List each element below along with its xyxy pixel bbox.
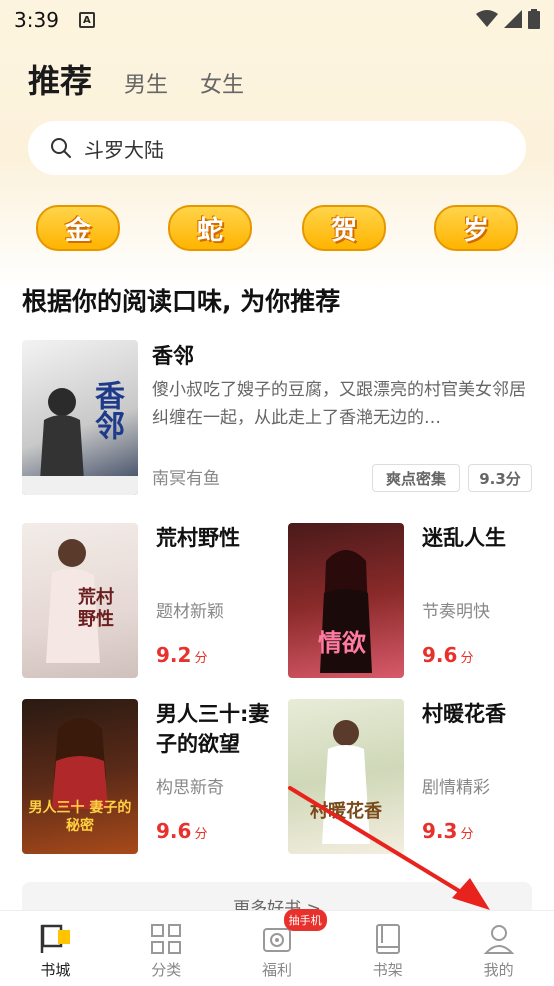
search-placeholder: 斗罗大陆 (84, 137, 164, 162)
book-tag: 节奏明快 (422, 602, 490, 622)
book-author: 南冥有鱼 (152, 469, 220, 489)
festive-badge: 金 (36, 205, 120, 251)
book-cover: 荒村野性 (22, 523, 138, 678)
nav-welfare[interactable]: 抽手机 福利 (222, 909, 333, 986)
search-icon (51, 138, 71, 158)
book-score: 9.3 分 (422, 819, 473, 843)
book-cover: 香邻 (22, 340, 138, 495)
book-cover: 男人三十 妻子的秘密 (22, 699, 138, 854)
book-title: 香邻 (152, 344, 194, 368)
book-title: 村暖花香 (422, 702, 506, 726)
nav-label: 分类 (151, 961, 182, 979)
search-input[interactable]: 斗罗大陆 (28, 121, 526, 175)
battery-icon (528, 9, 540, 29)
festive-badge: 岁 (434, 205, 518, 251)
nav-label: 书架 (372, 961, 403, 979)
tab-male[interactable]: 男生 (124, 67, 168, 99)
cover-title: 村暖花香 (310, 801, 382, 822)
book-score: 9.6 分 (422, 643, 473, 667)
signal-icon (504, 10, 522, 28)
festive-char: 岁 (462, 215, 489, 246)
book-cover: 村暖花香 (288, 699, 404, 854)
score-value: 9.3 (422, 819, 458, 843)
status-time: 3:39 (14, 8, 59, 32)
book-tag: 构思新奇 (156, 778, 224, 798)
cover-art (322, 720, 370, 844)
bookshelf-icon (375, 924, 400, 954)
book-card[interactable]: 男人三十 妻子的秘密 男人三十:妻子的欲望 构思新奇 9.6 分 (22, 699, 272, 855)
nav-label: 我的 (483, 961, 514, 979)
bottom-navigation: 书城 分类 抽手机 福利 书架 我的 (0, 909, 554, 986)
score-value: 9.6 (156, 819, 192, 843)
welfare-badge: 抽手机 (283, 909, 327, 931)
book-description: 傻小叔吃了嫂子的豆腐，又跟漂亮的村官美女邻居纠缠在一起，从此走上了香滟无边的… (152, 380, 526, 428)
book-tag: 题材新颖 (156, 602, 224, 622)
book-tag: 剧情精彩 (422, 778, 490, 798)
book-cover: 情欲 (288, 523, 404, 678)
book-title: 男人三十:妻子的欲望 (156, 702, 270, 756)
nav-category[interactable]: 分类 (111, 911, 222, 986)
festive-badge: 蛇 (168, 205, 252, 251)
book-card[interactable]: 村暖花香 村暖花香 剧情精彩 9.3 分 (288, 699, 538, 855)
flag-icon (41, 924, 71, 953)
wifi-icon (476, 10, 498, 27)
score-value: 9.6 (422, 643, 458, 667)
featured-book-card[interactable]: 香邻 香邻 傻小叔吃了嫂子的豆腐，又跟漂亮的村官美女邻居纠缠在一起，从此走上了香… (22, 340, 532, 496)
festive-char: 金 (64, 215, 91, 246)
nav-bookshelf[interactable]: 书架 (332, 911, 443, 986)
book-title: 荒村野性 (156, 526, 240, 550)
score-unit: 分 (194, 827, 208, 842)
nav-profile[interactable]: 我的 (443, 911, 554, 986)
festive-char: 蛇 (196, 215, 223, 246)
book-tag: 爽点密集 (372, 464, 460, 492)
category-tabs: 推荐 男生 女生 (28, 56, 244, 102)
section-title: 根据你的阅读口味, 为你推荐 (22, 287, 341, 316)
cover-title: 男人三十 妻子的秘密 (28, 800, 132, 834)
grid-icon (151, 924, 182, 954)
cover-title: 荒村野性 (78, 587, 114, 630)
cover-title: 香邻 (89, 380, 124, 440)
score-value: 9.2 (156, 643, 192, 667)
user-icon (483, 925, 514, 954)
score-unit: 分 (460, 651, 474, 666)
nav-label: 书城 (40, 961, 71, 979)
notification-icon: A (78, 12, 95, 28)
festive-badge: 贺 (302, 205, 386, 251)
tab-recommend[interactable]: 推荐 (28, 56, 92, 102)
book-rating-tag: 9.3分 (468, 464, 532, 492)
nav-bookstore[interactable]: 书城 (0, 911, 111, 986)
book-card[interactable]: 荒村野性 荒村野性 题材新颖 9.2 分 (22, 523, 272, 679)
score-unit: 分 (460, 827, 474, 842)
festive-banner[interactable]: 金 蛇 贺 岁 (36, 205, 522, 253)
score-unit: 分 (194, 651, 208, 666)
book-score: 9.6 分 (156, 819, 207, 843)
book-title: 迷乱人生 (422, 526, 506, 550)
tab-female[interactable]: 女生 (200, 67, 244, 99)
book-score: 9.2 分 (156, 643, 207, 667)
status-bar: 3:39 A (0, 0, 554, 40)
nav-label: 福利 (261, 961, 292, 979)
festive-char: 贺 (330, 215, 357, 246)
cover-title: 情欲 (318, 629, 366, 657)
book-card[interactable]: 情欲 迷乱人生 节奏明快 9.6 分 (288, 523, 538, 679)
